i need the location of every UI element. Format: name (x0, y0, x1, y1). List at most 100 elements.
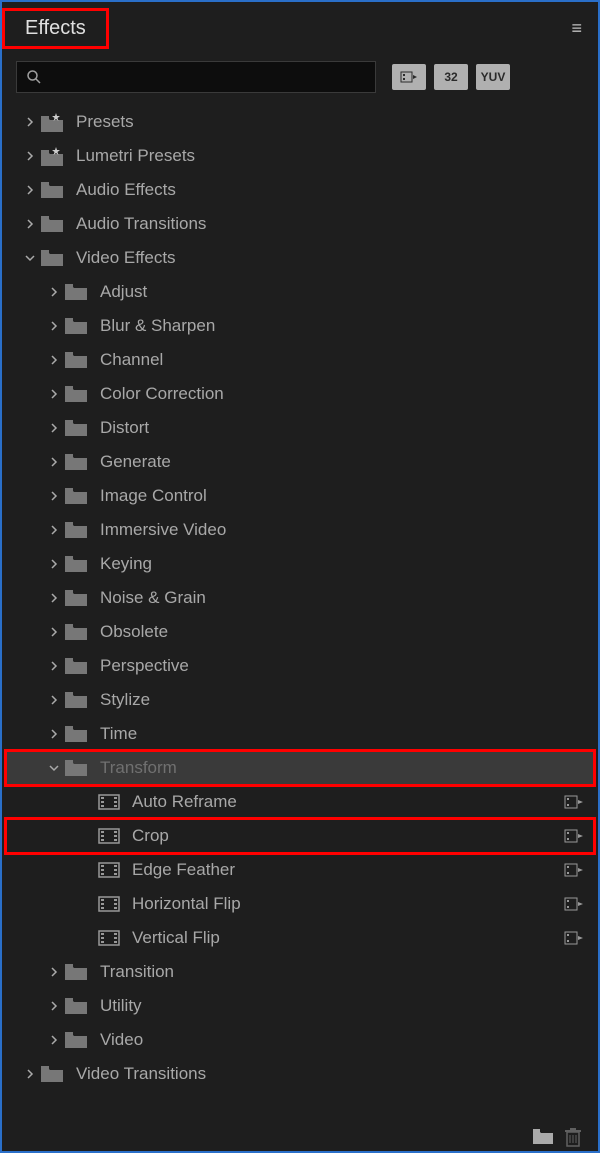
chevron-right-icon[interactable] (20, 146, 40, 166)
chevron-right-icon[interactable] (20, 1064, 40, 1084)
accelerated-icon (564, 896, 584, 912)
folder-icon (64, 487, 88, 505)
folder-icon (64, 963, 88, 981)
tree-item-presets[interactable]: Presets (6, 105, 594, 139)
tree-item-crop[interactable]: Crop (6, 819, 594, 853)
tree-item-keying[interactable]: Keying (6, 547, 594, 581)
effect-icon (98, 793, 120, 811)
chevron-right-icon[interactable] (44, 350, 64, 370)
tree-item-color-correction[interactable]: Color Correction (6, 377, 594, 411)
folder-icon (64, 385, 88, 403)
panel-menu-button[interactable]: ≡ (563, 14, 590, 43)
delete-icon[interactable] (564, 1127, 586, 1145)
tree-item-time[interactable]: Time (6, 717, 594, 751)
search-box (16, 61, 376, 93)
effects-tree: Presets Lumetri Presets Audio Effects Audio… (2, 105, 598, 1091)
effect-icon (98, 895, 120, 913)
chevron-right-icon[interactable] (44, 316, 64, 336)
tree-item-horizontal-flip[interactable]: Horizontal Flip (6, 887, 594, 921)
tree-item-distort[interactable]: Distort (6, 411, 594, 445)
tree-item-blur[interactable]: Blur & Sharpen (6, 309, 594, 343)
tree-item-transition[interactable]: Transition (6, 955, 594, 989)
chevron-right-icon[interactable] (44, 554, 64, 574)
chevron-right-icon[interactable] (20, 112, 40, 132)
tree-item-image-control[interactable]: Image Control (6, 479, 594, 513)
chevron-right-icon[interactable] (44, 1030, 64, 1050)
tree-item-noise[interactable]: Noise & Grain (6, 581, 594, 615)
tree-item-label: Blur & Sharpen (100, 316, 215, 336)
32bit-effects-badge[interactable]: 32 (434, 64, 468, 90)
folder-icon (64, 283, 88, 301)
chevron-right-icon[interactable] (20, 214, 40, 234)
preset-folder-icon (40, 147, 64, 165)
tree-item-label: Video (100, 1030, 143, 1050)
chevron-right-icon[interactable] (44, 486, 64, 506)
tree-item-lumetri[interactable]: Lumetri Presets (6, 139, 594, 173)
folder-icon (40, 181, 64, 199)
tree-item-video-transitions[interactable]: Video Transitions (6, 1057, 594, 1091)
chevron-right-icon[interactable] (44, 588, 64, 608)
tree-item-label: Distort (100, 418, 149, 438)
chevron-down-icon[interactable] (20, 248, 40, 268)
chevron-right-icon[interactable] (44, 282, 64, 302)
tree-item-label: Adjust (100, 282, 147, 302)
search-input[interactable] (16, 61, 376, 93)
chevron-right-icon[interactable] (44, 690, 64, 710)
tree-item-audio-effects[interactable]: Audio Effects (6, 173, 594, 207)
chevron-right-icon[interactable] (20, 180, 40, 200)
accelerated-icon (564, 794, 584, 810)
tree-item-label: Stylize (100, 690, 150, 710)
tree-item-generate[interactable]: Generate (6, 445, 594, 479)
folder-icon (64, 623, 88, 641)
tree-item-stylize[interactable]: Stylize (6, 683, 594, 717)
tree-item-vertical-flip[interactable]: Vertical Flip (6, 921, 594, 955)
tree-item-auto-reframe[interactable]: Auto Reframe (6, 785, 594, 819)
tree-item-label: Auto Reframe (132, 792, 237, 812)
chevron-right-icon[interactable] (44, 656, 64, 676)
folder-icon (64, 759, 88, 777)
search-icon (26, 69, 42, 85)
tree-item-immersive[interactable]: Immersive Video (6, 513, 594, 547)
tree-item-label: Video Effects (76, 248, 176, 268)
tree-item-utility[interactable]: Utility (6, 989, 594, 1023)
panel-tab-effects[interactable]: Effects (2, 8, 109, 49)
tree-item-channel[interactable]: Channel (6, 343, 594, 377)
tree-item-label: Edge Feather (132, 860, 235, 880)
yuv-effects-badge[interactable]: YUV (476, 64, 510, 90)
folder-icon (64, 555, 88, 573)
tree-item-label: Lumetri Presets (76, 146, 195, 166)
tree-item-transform[interactable]: Transform (6, 751, 594, 785)
tree-item-label: Video Transitions (76, 1064, 206, 1084)
tree-item-label: Obsolete (100, 622, 168, 642)
folder-icon (64, 657, 88, 675)
tree-item-adjust[interactable]: Adjust (6, 275, 594, 309)
folder-icon (64, 691, 88, 709)
chevron-right-icon[interactable] (44, 452, 64, 472)
chevron-right-icon[interactable] (44, 384, 64, 404)
chevron-right-icon[interactable] (44, 418, 64, 438)
tree-item-edge-feather[interactable]: Edge Feather (6, 853, 594, 887)
tree-item-label: Utility (100, 996, 142, 1016)
tree-item-label: Horizontal Flip (132, 894, 241, 914)
tree-item-label: Color Correction (100, 384, 224, 404)
tree-item-label: Immersive Video (100, 520, 226, 540)
chevron-right-icon[interactable] (44, 962, 64, 982)
chevron-right-icon[interactable] (44, 996, 64, 1016)
tree-item-label: Crop (132, 826, 169, 846)
tree-item-label: Audio Effects (76, 180, 176, 200)
new-bin-icon[interactable] (532, 1127, 554, 1145)
tree-item-perspective[interactable]: Perspective (6, 649, 594, 683)
tree-item-audio-transitions[interactable]: Audio Transitions (6, 207, 594, 241)
tree-item-video[interactable]: Video (6, 1023, 594, 1057)
accelerated-effects-badge[interactable] (392, 64, 426, 90)
tree-item-video-effects[interactable]: Video Effects (6, 241, 594, 275)
tree-item-label: Image Control (100, 486, 207, 506)
folder-icon (64, 419, 88, 437)
chevron-right-icon[interactable] (44, 724, 64, 744)
chevron-down-icon[interactable] (44, 758, 64, 778)
chevron-right-icon[interactable] (44, 622, 64, 642)
effect-icon (98, 827, 120, 845)
effect-icon (98, 861, 120, 879)
chevron-right-icon[interactable] (44, 520, 64, 540)
tree-item-obsolete[interactable]: Obsolete (6, 615, 594, 649)
